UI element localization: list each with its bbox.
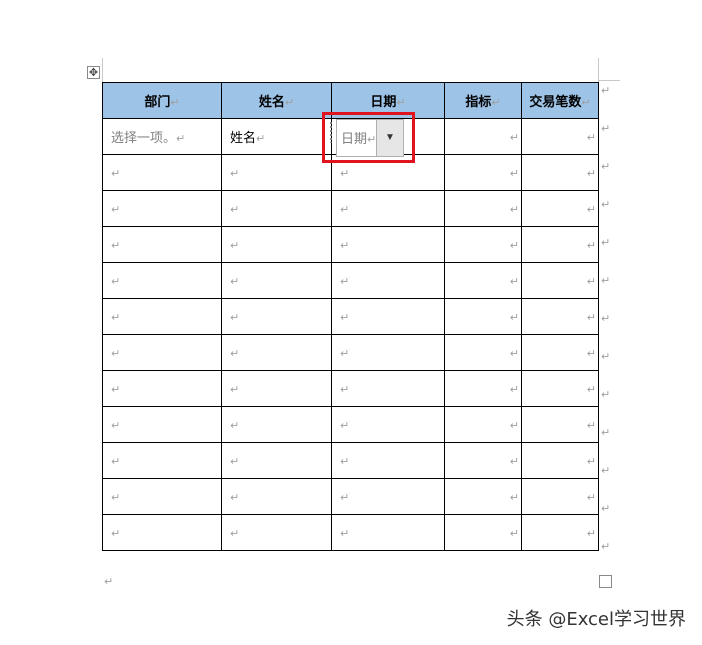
indicator-cell[interactable]: ↵: [444, 406, 522, 443]
table-row: ↵ ↵ ↵ ↵ ↵: [102, 190, 599, 227]
name-cell[interactable]: ↵: [221, 298, 332, 335]
department-cell[interactable]: ↵: [102, 406, 222, 443]
row-end-mark: ↵: [601, 541, 611, 553]
margin-guide-right: [598, 80, 620, 81]
row-end-mark: ↵: [601, 351, 611, 363]
name-cell[interactable]: 姓名↵: [221, 118, 332, 155]
table-row: ↵ ↵ ↵ ↵ ↵: [102, 514, 599, 551]
row-end-mark: ↵: [601, 275, 611, 287]
transactions-cell[interactable]: ↵: [521, 118, 599, 155]
date-cell[interactable]: ↵: [331, 478, 445, 515]
transactions-cell[interactable]: ↵: [521, 478, 599, 515]
transactions-cell[interactable]: ↵: [521, 226, 599, 263]
row-end-mark: ↵: [601, 313, 611, 325]
name-cell[interactable]: ↵: [221, 334, 332, 371]
margin-guide-top-right: [598, 58, 599, 82]
department-cell[interactable]: ↵: [102, 478, 222, 515]
date-cell[interactable]: ↵: [331, 370, 445, 407]
watermark: 头条 @Excel学习世界: [506, 609, 686, 630]
indicator-cell[interactable]: ↵: [444, 442, 522, 479]
department-cell[interactable]: ↵: [102, 154, 222, 191]
department-cell[interactable]: ↵: [102, 334, 222, 371]
indicator-cell[interactable]: ↵: [444, 118, 522, 155]
name-cell[interactable]: ↵: [221, 154, 332, 191]
name-cell[interactable]: ↵: [221, 514, 332, 551]
table-row: ↵ ↵ ↵ ↵ ↵: [102, 298, 599, 335]
transactions-cell[interactable]: ↵: [521, 442, 599, 479]
department-dropdown-cell[interactable]: 选择一项。↵: [102, 118, 222, 155]
table-row: ↵ ↵ ↵ ↵ ↵: [102, 478, 599, 515]
table-row: ↵ ↵ ↵ ↵ ↵: [102, 262, 599, 299]
table-row: ↵ ↵ ↵ ↵ ↵: [102, 334, 599, 371]
name-cell[interactable]: ↵: [221, 190, 332, 227]
row-end-mark: ↵: [601, 85, 611, 97]
department-cell[interactable]: ↵: [102, 298, 222, 335]
name-cell[interactable]: ↵: [221, 226, 332, 263]
name-cell[interactable]: ↵: [221, 442, 332, 479]
header-cell-name[interactable]: 姓名↵: [221, 82, 332, 119]
name-field[interactable]: 姓名: [230, 130, 256, 145]
transactions-cell[interactable]: ↵: [521, 406, 599, 443]
indicator-cell[interactable]: ↵: [444, 370, 522, 407]
indicator-cell[interactable]: ↵: [444, 190, 522, 227]
date-cell[interactable]: ↵: [331, 406, 445, 443]
department-cell[interactable]: ↵: [102, 370, 222, 407]
indicator-cell[interactable]: ↵: [444, 478, 522, 515]
highlight-annotation-box: [322, 112, 415, 163]
paragraph-mark: ↵: [104, 576, 114, 588]
row-end-mark: ↵: [601, 465, 611, 477]
row-end-mark: ↵: [601, 161, 611, 173]
date-cell[interactable]: ↵: [331, 298, 445, 335]
indicator-cell[interactable]: ↵: [444, 154, 522, 191]
table-move-icon[interactable]: ✥: [87, 66, 100, 79]
indicator-cell[interactable]: ↵: [444, 298, 522, 335]
row-end-mark: ↵: [601, 237, 611, 249]
name-cell[interactable]: ↵: [221, 370, 332, 407]
header-cell-indicator[interactable]: 指标↵: [444, 82, 522, 119]
row-end-mark: ↵: [601, 123, 611, 135]
date-cell[interactable]: ↵: [331, 514, 445, 551]
row-end-mark: ↵: [601, 427, 611, 439]
department-placeholder[interactable]: 选择一项。: [111, 130, 176, 145]
row-end-mark: ↵: [601, 503, 611, 515]
transactions-cell[interactable]: ↵: [521, 370, 599, 407]
date-cell[interactable]: ↵: [331, 442, 445, 479]
date-cell[interactable]: ↵: [331, 334, 445, 371]
indicator-cell[interactable]: ↵: [444, 334, 522, 371]
transactions-cell[interactable]: ↵: [521, 298, 599, 335]
table-row: ↵ ↵ ↵ ↵ ↵: [102, 370, 599, 407]
transactions-cell[interactable]: ↵: [521, 262, 599, 299]
table-row: ↵ ↵ ↵ ↵ ↵: [102, 406, 599, 443]
indicator-cell[interactable]: ↵: [444, 226, 522, 263]
department-cell[interactable]: ↵: [102, 190, 222, 227]
row-end-mark: ↵: [601, 389, 611, 401]
indicator-cell[interactable]: ↵: [444, 514, 522, 551]
name-cell[interactable]: ↵: [221, 478, 332, 515]
row-end-mark: ↵: [601, 199, 611, 211]
margin-guide-top-left: [102, 58, 103, 82]
transactions-cell[interactable]: ↵: [521, 190, 599, 227]
name-cell[interactable]: ↵: [221, 406, 332, 443]
transactions-cell[interactable]: ↵: [521, 334, 599, 371]
header-cell-department[interactable]: 部门↵: [102, 82, 222, 119]
resize-handle-icon[interactable]: [599, 575, 612, 588]
header-cell-transactions[interactable]: 交易笔数↵: [521, 82, 599, 119]
department-cell[interactable]: ↵: [102, 514, 222, 551]
department-cell[interactable]: ↵: [102, 442, 222, 479]
table-row: ↵ ↵ ↵ ↵ ↵: [102, 226, 599, 263]
transactions-cell[interactable]: ↵: [521, 514, 599, 551]
name-cell[interactable]: ↵: [221, 262, 332, 299]
date-cell[interactable]: ↵: [331, 190, 445, 227]
department-cell[interactable]: ↵: [102, 262, 222, 299]
indicator-cell[interactable]: ↵: [444, 262, 522, 299]
department-cell[interactable]: ↵: [102, 226, 222, 263]
date-cell[interactable]: ↵: [331, 262, 445, 299]
date-cell[interactable]: ↵: [331, 226, 445, 263]
transactions-cell[interactable]: ↵: [521, 154, 599, 191]
table-row: ↵ ↵ ↵ ↵ ↵: [102, 442, 599, 479]
